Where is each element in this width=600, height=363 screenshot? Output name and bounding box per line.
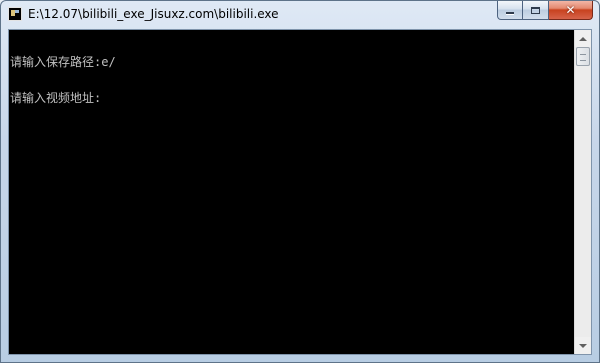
minimize-button[interactable] [497, 1, 523, 20]
scroll-down-button[interactable] [575, 337, 591, 354]
console-line-video-url: 请输入视频地址: [10, 91, 102, 105]
window-title: E:\12.07\bilibili_exe_Jisuxz.com\bilibil… [28, 7, 279, 21]
scroll-down-arrow-icon [579, 343, 587, 348]
close-button[interactable]: ✕ [549, 1, 593, 20]
scroll-up-button[interactable] [575, 30, 591, 47]
console-client-area[interactable]: 请输入保存路径:e/ 请输入视频地址: [8, 29, 592, 355]
minimize-icon [506, 12, 514, 14]
scroll-up-arrow-icon [579, 36, 587, 41]
console-output[interactable]: 请输入保存路径:e/ 请输入视频地址: [9, 30, 575, 354]
console-line-save-path: 请输入保存路径:e/ [10, 55, 116, 69]
console-app-icon[interactable] [8, 7, 22, 21]
scrollbar-thumb[interactable] [576, 47, 590, 66]
title-bar[interactable]: E:\12.07\bilibili_exe_Jisuxz.com\bilibil… [1, 1, 599, 29]
vertical-scrollbar[interactable] [574, 30, 591, 354]
maximize-icon [531, 6, 540, 14]
close-icon: ✕ [565, 3, 576, 17]
maximize-button[interactable] [523, 1, 549, 20]
caption-buttons: ✕ [497, 1, 593, 21]
console-window: E:\12.07\bilibili_exe_Jisuxz.com\bilibil… [0, 0, 600, 363]
